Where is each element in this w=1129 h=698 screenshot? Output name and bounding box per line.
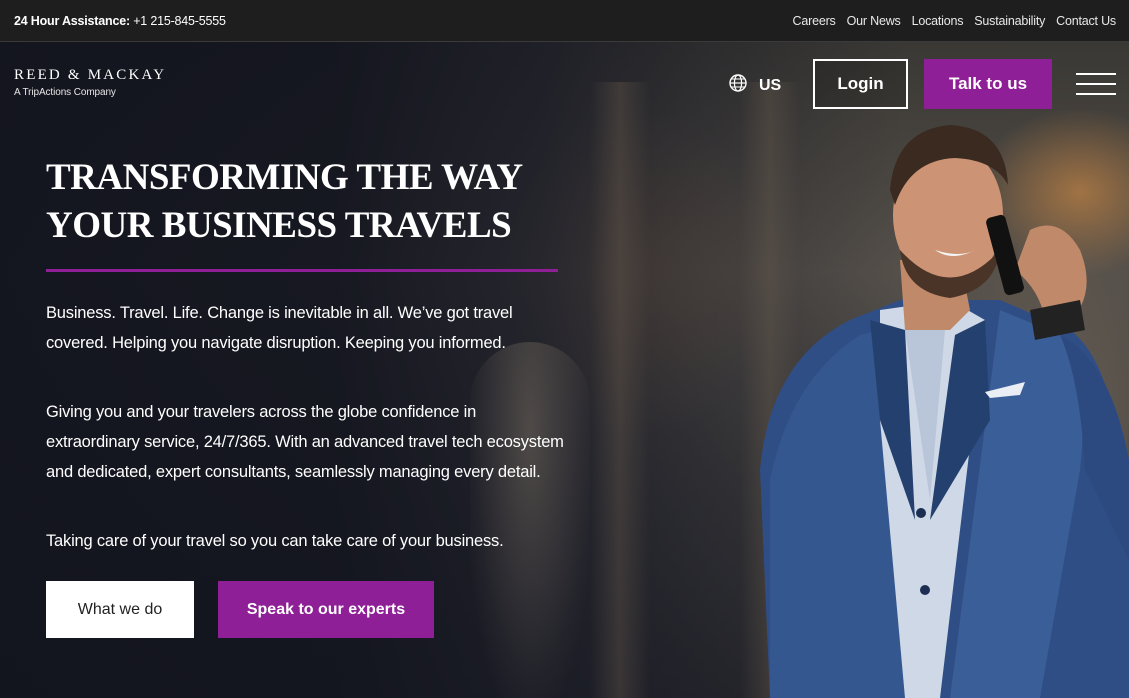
hero-paragraph-2: Giving you and your travelers across the… [46,403,564,481]
logo-wordmark: REED & MACKAY [14,67,167,83]
talk-to-us-button[interactable]: Talk to us [924,59,1052,109]
what-we-do-button[interactable]: What we do [46,581,194,638]
brand-logo[interactable]: REED & MACKAY A TripActions Company [14,67,166,98]
headline-divider [46,269,558,272]
hero-headline: TRANSFORMING THE WAY YOUR BUSINESS TRAVE… [46,154,586,250]
globe-icon [729,74,747,97]
menu-bar [1076,93,1116,95]
logo-tagline: A TripActions Company [14,87,116,98]
headline-line-1: TRANSFORMING THE WAY [46,157,523,198]
menu-bar [1076,73,1116,75]
hero-paragraph-3: Taking care of your travel so you can ta… [46,532,504,550]
locale-selector[interactable]: US [729,74,781,97]
login-button[interactable]: Login [813,59,908,109]
headline-line-2: YOUR BUSINESS TRAVELS [46,205,512,246]
speak-to-experts-button[interactable]: Speak to our experts [218,581,434,638]
menu-bar [1076,83,1116,85]
hamburger-menu-icon[interactable] [1076,73,1116,95]
locale-label: US [759,76,782,94]
hero-paragraph-1: Business. Travel. Life. Change is inevit… [46,304,513,352]
